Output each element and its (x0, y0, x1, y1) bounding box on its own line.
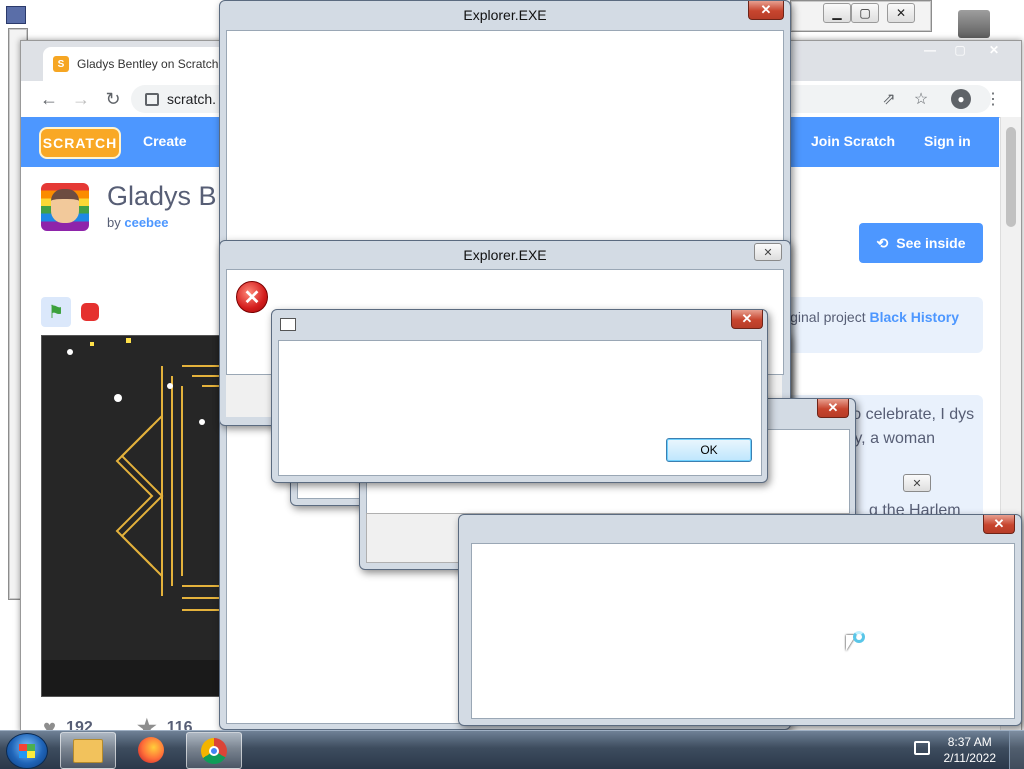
avatar-face (51, 189, 79, 223)
busy-spinner-icon (853, 631, 865, 643)
window-client (471, 543, 1015, 719)
folder-icon (73, 738, 103, 763)
scratch-logo[interactable]: SCRATCH (39, 127, 121, 159)
back-arrow-icon[interactable]: ← (39, 89, 59, 109)
desktop-icon[interactable] (958, 10, 990, 38)
minimize-button[interactable]: ▁ (823, 3, 851, 23)
scratch-favicon-icon: S (53, 56, 69, 72)
firefox-icon (138, 736, 164, 763)
error-icon: ✕ (236, 281, 268, 313)
share-icon[interactable]: ⇗ (879, 89, 899, 109)
network-icon[interactable] (914, 741, 930, 755)
project-byline: by ceebee (107, 215, 168, 230)
taskbar-explorer[interactable] (60, 732, 116, 769)
start-button[interactable] (6, 733, 48, 769)
clock[interactable]: 8:37 AM 2/11/2022 (944, 734, 997, 766)
error-window-bottom-right: ✕ (458, 514, 1022, 726)
tab-title: Gladys Bentley on Scratch (77, 57, 219, 71)
stage-controls-bar (42, 660, 242, 696)
green-flag-icon[interactable]: ⚑ (41, 297, 71, 327)
forward-arrow-icon[interactable]: → (71, 89, 91, 109)
window-title: Explorer.EXE (463, 247, 547, 263)
background-window: ▁ ▢ ✕ (790, 0, 932, 32)
url-text: scratch. (167, 91, 217, 107)
art-deco-graphic (67, 338, 242, 611)
taskbar: 8:37 AM 2/11/2022 (0, 730, 1024, 769)
tab-scratch[interactable]: S Gladys Bentley on Scratch (43, 47, 243, 81)
close-button[interactable]: ✕ (731, 310, 763, 329)
bookmark-star-icon[interactable]: ☆ (911, 89, 931, 109)
close-button[interactable]: ✕ (983, 515, 1015, 534)
see-inside-button[interactable]: ⟲ See inside (859, 223, 983, 263)
maximize-button[interactable]: ▢ (851, 3, 879, 23)
avatar[interactable] (41, 183, 89, 231)
close-button[interactable]: ✕ (983, 41, 1005, 59)
project-title: Gladys B (107, 181, 217, 211)
minimize-button[interactable]: — (919, 41, 941, 59)
lock-icon (145, 92, 159, 106)
by-label: by (107, 215, 121, 230)
nav-sign-in[interactable]: Sign in (924, 133, 971, 149)
scroll-thumb[interactable] (1006, 127, 1016, 227)
nav-create[interactable]: Create (143, 133, 187, 149)
windows-logo-icon-lower (19, 751, 35, 758)
clock-time: 8:37 AM (947, 735, 992, 749)
remix-credit: iginal project Black History (771, 297, 983, 353)
chrome-icon (201, 737, 227, 764)
see-inside-label: See inside (896, 235, 966, 251)
remix-text: iginal project (787, 309, 866, 325)
app-icon (6, 6, 26, 24)
ok-button[interactable]: OK (666, 438, 752, 462)
message-dialog: ✕ OK (271, 309, 768, 483)
close-button[interactable]: ✕ (903, 474, 931, 492)
taskbar-firefox[interactable] (124, 732, 178, 767)
window-title: Explorer.EXE (463, 7, 547, 23)
remix-icon: ⟲ (876, 234, 889, 251)
project-stage[interactable] (41, 335, 243, 697)
dialog-app-icon (280, 318, 296, 331)
reload-icon[interactable]: ↻ (103, 89, 123, 109)
remix-link[interactable]: Black History (870, 309, 959, 325)
clock-date: 2/11/2022 (943, 751, 997, 765)
show-desktop-button[interactable] (1009, 731, 1024, 769)
menu-icon[interactable]: ⋮ (983, 89, 1003, 109)
profile-icon[interactable]: ● (951, 89, 971, 109)
taskbar-chrome[interactable] (186, 732, 242, 769)
author-link[interactable]: ceebee (124, 215, 168, 230)
remix-line: iginal project Black History (787, 309, 959, 325)
close-button[interactable]: ✕ (817, 399, 849, 418)
close-button[interactable]: ✕ (748, 1, 784, 20)
close-button[interactable]: ✕ (754, 243, 782, 261)
maximize-button[interactable]: ▢ (949, 41, 971, 59)
stop-icon[interactable] (81, 303, 99, 321)
nav-join-scratch[interactable]: Join Scratch (811, 133, 895, 149)
close-button[interactable]: ✕ (887, 3, 915, 23)
